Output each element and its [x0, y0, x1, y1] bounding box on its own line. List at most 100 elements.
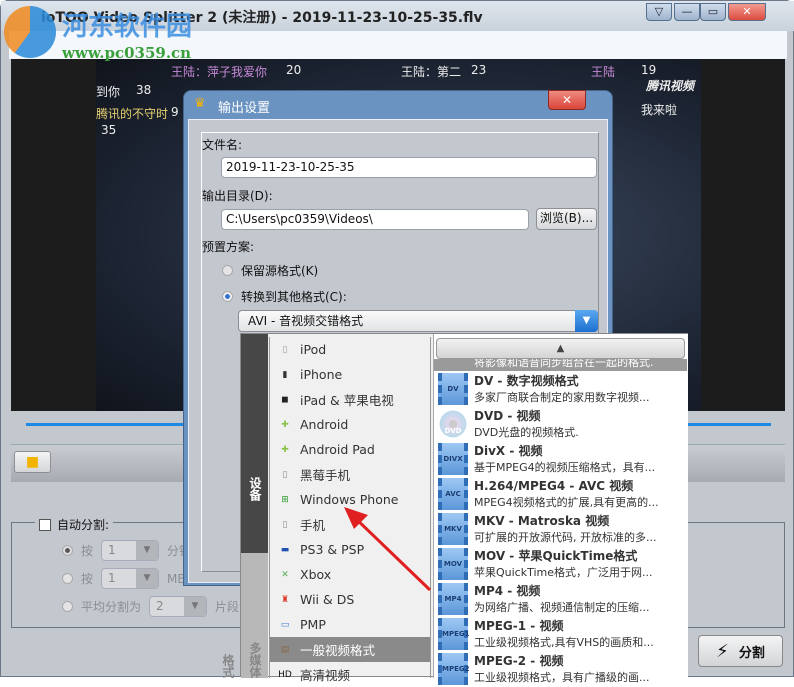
output-dir-input[interactable]: C:\Users\pc0359\Videos\ [221, 209, 529, 230]
folder-icon: ■ [25, 454, 40, 470]
format-desc: 为网络广播、视频通信制定的压缩... [474, 601, 650, 614]
scroll-up-button[interactable]: ▲ [436, 338, 685, 359]
dialog-title: 输出设置 [218, 101, 271, 116]
minimize-button[interactable]: — [674, 3, 700, 21]
convert-format-label: 转换到其他格式(C): [241, 290, 347, 304]
format-icon: MPEG1 [438, 617, 470, 650]
close-button[interactable]: ✕ [728, 3, 766, 21]
device-icon: ⊞ [281, 494, 289, 505]
format-desc: DVD光盘的视频格式. [474, 426, 579, 439]
format-title: MOV - 苹果QuickTime格式 [474, 549, 638, 563]
segments-spinner[interactable]: 2 [149, 596, 208, 617]
auto-split-checkbox[interactable] [39, 518, 51, 531]
device-icon: ▮ [282, 369, 288, 380]
split-by-size-radio[interactable] [62, 573, 73, 584]
category-item[interactable]: ▭ PMP [270, 612, 430, 637]
filename-label: 文件名: [202, 138, 243, 152]
format-icon: DV [438, 372, 468, 405]
format-list: 将影像和语音同步组合在一起的格式. ▲ DV DV - 数字视频格式多家厂商联合制… [433, 334, 688, 685]
format-desc: 多家厂商联合制定的家用数字视频... [474, 391, 650, 404]
open-file-button[interactable]: ■ [14, 451, 51, 473]
device-icon: ▯ [282, 469, 288, 480]
device-icon: ✚ [281, 419, 289, 430]
format-desc: 工业级视频格式,具有VHS的画质和... [474, 636, 654, 649]
category-item[interactable]: HD 高清视频 [270, 662, 430, 687]
output-dir-label: 输出目录(D): [202, 189, 273, 203]
format-title: DivX - 视频 [474, 444, 543, 458]
chat-text: 王陆：萍子我爱你 [171, 65, 268, 79]
format-item[interactable]: DIVX DivX - 视频 基于MPEG4的视频压缩格式，具有... [434, 441, 687, 476]
category-item[interactable]: ▤ 一般视频格式 [270, 637, 430, 662]
format-desc: 苹果QuickTime格式，广泛用于网... [474, 566, 653, 579]
selected-format: AVI - 音视频交错格式 [248, 314, 364, 328]
device-icon: ✕ [281, 569, 289, 580]
option-unit: 片段 [215, 600, 240, 614]
keep-format-radio[interactable] [222, 265, 233, 276]
format-desc: MPEG4视频格式的扩展,具有更高的... [474, 496, 659, 509]
category-label: Android Pad [300, 442, 375, 457]
dialog-close-button[interactable]: ✕ [548, 90, 586, 110]
format-icon: MKV [438, 512, 468, 545]
window-title: ioTOO Video Splitter 2 (未注册) - 2019-11-2… [41, 10, 483, 26]
category-item[interactable]: ▯ iPod [270, 337, 430, 362]
category-label: iPad & 苹果电视 [300, 393, 394, 408]
chat-text: 腾讯的不守时 [96, 107, 169, 121]
format-item[interactable]: AVC H.264/MPEG4 - AVC 视频 MPEG4视频格式的扩展,具有更高… [434, 476, 687, 511]
split-evenly-radio[interactable] [62, 601, 73, 612]
split-label: 分割 [738, 645, 765, 661]
filename-input[interactable]: 2019-11-23-10-25-35 [221, 157, 597, 178]
format-title: MPEG-1 - 视频 [474, 619, 564, 633]
format-item[interactable]: DVD DVD - 视频 DVD光盘的视频格式. [434, 406, 687, 441]
title-bar: ioTOO Video Splitter 2 (未注册) - 2019-11-2… [1, 1, 794, 31]
chat-text: 到你 [96, 85, 121, 99]
format-icon: MOV [438, 547, 468, 580]
chat-text: 王陆：第二 [401, 65, 462, 79]
chat-text: 38 [136, 83, 152, 97]
annotation-arrow [344, 507, 432, 592]
minutes-spinner[interactable]: 1 [101, 540, 160, 561]
format-item[interactable]: MP4 MP4 - 视频 为网络广播、视频通信制定的压缩... [434, 581, 687, 616]
category-item[interactable]: ✚ Android [270, 412, 430, 437]
split-button[interactable]: ⚡ 分割 [698, 635, 783, 667]
category-label: PMP [300, 617, 326, 632]
category-label: iPod [300, 342, 327, 357]
option-label: 按 [81, 572, 94, 586]
split-film-icon: ⚡ [716, 640, 729, 662]
format-desc: 工业级视频格式，具有广播级的画... [474, 671, 650, 684]
browse-button[interactable]: 浏览(B)... [536, 208, 597, 230]
tab-media-formats[interactable]: 多媒体格式 [221, 553, 268, 678]
chevron-down-icon: ▼ [575, 310, 598, 332]
category-label: 高清视频 [300, 668, 351, 683]
info-strip [9, 31, 787, 59]
category-item[interactable]: ✚ Android Pad [270, 437, 430, 462]
chat-text: 王陆 [591, 65, 616, 79]
category-label: 一般视频格式 [300, 643, 376, 658]
tab-devices[interactable]: 设备 [241, 334, 268, 553]
format-title: DV - 数字视频格式 [474, 374, 579, 388]
category-item[interactable]: ▮ iPhone [270, 362, 430, 387]
format-title: MPEG-2 - 视频 [474, 654, 564, 668]
split-by-minutes-radio[interactable] [62, 545, 73, 556]
format-item[interactable]: MKV MKV - Matroska 视频可扩展的开放源代码, 开放标准的多... [434, 511, 687, 546]
category-item[interactable]: ▯ 黑莓手机 [270, 462, 430, 487]
format-desc: 可扩展的开放源代码, 开放标准的多... [474, 531, 657, 544]
tencent-video-logo: 腾讯视频 [646, 79, 695, 93]
device-icon: ◼ [281, 394, 289, 405]
preset-label: 预置方案: [202, 240, 255, 254]
format-item[interactable]: MPEG2 MPEG-2 - 视频 工业级视频格式，具有广播级的画... [434, 651, 687, 686]
device-icon: ▯ [282, 519, 288, 530]
menu-button[interactable]: ▽ [646, 3, 672, 21]
format-item[interactable]: MOV MOV - 苹果QuickTime格式苹果QuickTime格式，广泛用于… [434, 546, 687, 581]
format-item[interactable]: DV DV - 数字视频格式多家厂商联合制定的家用数字视频... [434, 371, 687, 406]
format-item-partial[interactable]: 将影像和语音同步组合在一起的格式. [434, 359, 687, 371]
size-spinner[interactable]: 1 [101, 568, 160, 589]
format-item[interactable]: MPEG1 MPEG-1 - 视频工业级视频格式,具有VHS的画质和... [434, 616, 687, 651]
maximize-button[interactable]: ▭ [700, 3, 726, 21]
format-title: MP4 - 视频 [474, 584, 541, 598]
category-item[interactable]: ◼ iPad & 苹果电视 [270, 387, 430, 412]
option-label: 平均分割为 [81, 600, 142, 614]
keep-format-label: 保留源格式(K) [241, 264, 319, 278]
format-title: MKV - Matroska 视频 [474, 514, 610, 528]
format-select[interactable]: AVI - 音视频交错格式 ▼ [238, 310, 598, 332]
convert-format-radio[interactable] [222, 291, 233, 302]
